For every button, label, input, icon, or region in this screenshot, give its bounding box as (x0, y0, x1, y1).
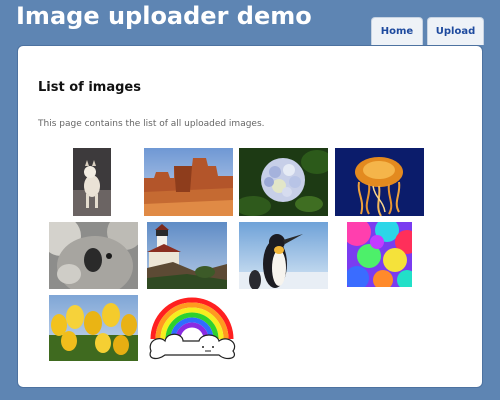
content-panel: List of images This page contains the li… (17, 45, 483, 388)
main-nav: Home Upload (371, 17, 484, 45)
page-heading: List of images (38, 80, 141, 95)
image-thumbnail-lighthouse[interactable] (147, 222, 227, 289)
image-thumbnail-desert[interactable] (144, 148, 233, 216)
app-title: Image uploader demo (16, 2, 312, 30)
page-description: This page contains the list of all uploa… (38, 119, 265, 129)
image-thumbnail-penguins[interactable] (239, 222, 328, 289)
image-thumbnail-dog[interactable] (73, 148, 111, 216)
nav-tab-home[interactable]: Home (371, 17, 423, 45)
image-thumbnail-tulips[interactable] (49, 295, 138, 361)
image-thumbnail-jellyfish[interactable] (335, 148, 424, 216)
nav-tab-upload[interactable]: Upload (427, 17, 484, 45)
image-thumbnail-koala[interactable] (49, 222, 138, 289)
image-thumbnail-hydrangea[interactable] (239, 148, 328, 216)
image-thumbnail-rainbow[interactable] (147, 295, 236, 361)
image-thumbnail-color-noise[interactable] (347, 222, 412, 287)
